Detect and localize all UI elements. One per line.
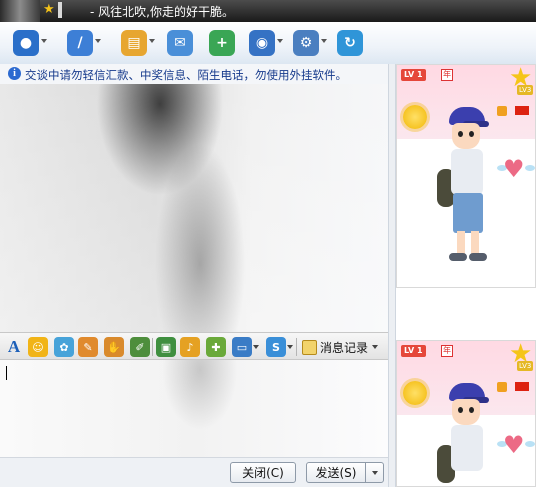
doodle-icon[interactable]: ✎ bbox=[78, 337, 98, 357]
sun-icon bbox=[403, 105, 427, 129]
contact-show-panel[interactable]: LV 1 年 ★ LV3 ♥ bbox=[396, 64, 536, 288]
year-badge: 年 bbox=[441, 69, 453, 81]
info-icon: i bbox=[8, 67, 21, 80]
create-group-button[interactable]: + bbox=[206, 28, 242, 58]
remote-assistance-button[interactable]: ◉ bbox=[246, 28, 283, 58]
gift-icon[interactable]: ✚ bbox=[206, 337, 226, 357]
bottom-bar: 关闭(C) 发送(S) bbox=[0, 457, 388, 487]
font-icon[interactable]: A bbox=[4, 337, 24, 357]
speaker-icon[interactable] bbox=[497, 106, 507, 116]
status-marker bbox=[58, 2, 62, 18]
screenshot-icon[interactable]: ▭ bbox=[232, 337, 252, 357]
chevron-down-icon bbox=[372, 345, 379, 349]
avatar-figure-shoe bbox=[449, 253, 467, 261]
avatar-figure-eye bbox=[458, 131, 463, 137]
star-level-badge: LV3 bbox=[517, 85, 534, 95]
app-settings-icon: ⚙ bbox=[293, 30, 319, 56]
chevron-down-icon[interactable] bbox=[253, 345, 259, 349]
avatar-figure-shorts bbox=[453, 193, 483, 233]
send-button[interactable]: 发送(S) bbox=[306, 462, 366, 483]
send-options-button[interactable] bbox=[365, 462, 384, 483]
chevron-down-icon[interactable] bbox=[149, 39, 155, 43]
music-icon[interactable]: ♪ bbox=[180, 337, 200, 357]
message-history-button[interactable]: 消息记录 bbox=[302, 336, 386, 358]
sun-icon bbox=[403, 381, 427, 405]
panel-divider[interactable] bbox=[388, 64, 396, 487]
avatar-figure-leg bbox=[471, 231, 479, 255]
magic-emoticon-icon[interactable]: ✿ bbox=[54, 337, 74, 357]
message-input[interactable] bbox=[0, 360, 388, 457]
self-show-panel[interactable]: LV 1 年 ★ LV3 ♥ bbox=[396, 340, 536, 487]
send-file-button[interactable]: ▤ bbox=[118, 28, 155, 58]
toolbar-separator bbox=[296, 338, 297, 356]
avatar-figure-face bbox=[452, 399, 480, 425]
message-history-label: 消息记录 bbox=[320, 340, 369, 355]
chevron-down-icon[interactable] bbox=[287, 345, 293, 349]
title-bar: ★ - 风往北吹,你走的好干脆。 bbox=[0, 0, 536, 22]
heart-icon: ♥ bbox=[503, 431, 525, 459]
window-title: - 风往北吹,你走的好干脆。 bbox=[90, 5, 234, 19]
voice-chat-button[interactable]: / bbox=[64, 28, 101, 58]
wing-icon bbox=[525, 165, 535, 171]
main-toolbar: ● / ▤ ✉ + ◉ ⚙ ↻ bbox=[0, 22, 536, 64]
image-icon[interactable]: ▣ bbox=[156, 337, 176, 357]
message-history-icon bbox=[302, 339, 317, 355]
flag-icon bbox=[515, 106, 529, 115]
avatar[interactable] bbox=[0, 0, 40, 22]
safety-notice: i 交谈中请勿轻信汇款、中奖信息、陌生电话，勿使用外挂软件。 bbox=[0, 64, 394, 84]
avatar-figure-shoe bbox=[469, 253, 487, 261]
speaker-icon[interactable] bbox=[497, 382, 507, 392]
soso-icon[interactable]: S bbox=[266, 337, 286, 357]
avatar-figure-eye bbox=[469, 131, 474, 137]
notice-text: 交谈中请勿轻信汇款、中奖信息、陌生电话，勿使用外挂软件。 bbox=[25, 68, 347, 82]
send-message-button[interactable]: ✉ bbox=[164, 28, 200, 58]
year-badge: 年 bbox=[441, 345, 453, 357]
avatar-figure-shirt bbox=[451, 149, 483, 195]
close-button[interactable]: 关闭(C) bbox=[230, 462, 296, 483]
shake-window-icon[interactable]: ✋ bbox=[104, 337, 124, 357]
avatar-figure-shirt bbox=[451, 425, 483, 471]
avatar-figure-eye bbox=[458, 407, 463, 413]
emoticon-icon[interactable]: ☺ bbox=[28, 337, 48, 357]
heart-icon: ♥ bbox=[503, 155, 525, 183]
level-badge: LV 1 bbox=[401, 69, 426, 81]
send-message-icon: ✉ bbox=[167, 30, 193, 56]
star-icon: ★ bbox=[43, 2, 55, 17]
format-toolbar: 消息记录 A ☺ ✿ ✎ ✋ ✐ ▣ ♪ ✚ ▭ S bbox=[0, 332, 388, 360]
wing-icon bbox=[525, 441, 535, 447]
chevron-down-icon[interactable] bbox=[321, 39, 327, 43]
chevron-down-icon[interactable] bbox=[41, 39, 47, 43]
star-level-badge: LV3 bbox=[517, 361, 534, 371]
avatar-figure-face bbox=[452, 123, 480, 149]
text-caret bbox=[6, 366, 7, 380]
app-settings-button[interactable]: ⚙ bbox=[290, 28, 327, 58]
video-chat-button[interactable]: ● bbox=[10, 28, 47, 58]
create-group-icon: + bbox=[209, 30, 235, 56]
edit-icon[interactable]: ✐ bbox=[130, 337, 150, 357]
toolbar-separator bbox=[152, 338, 153, 356]
avatar-figure-leg bbox=[457, 231, 465, 255]
send-file-icon: ▤ bbox=[121, 30, 147, 56]
flag-icon bbox=[515, 382, 529, 391]
transfer-icon: ↻ bbox=[337, 30, 363, 56]
remote-assistance-icon: ◉ bbox=[249, 30, 275, 56]
chevron-down-icon[interactable] bbox=[277, 39, 283, 43]
video-chat-icon: ● bbox=[13, 30, 39, 56]
chat-history[interactable] bbox=[0, 84, 388, 332]
avatar-figure-eye bbox=[469, 407, 474, 413]
chevron-down-icon[interactable] bbox=[95, 39, 101, 43]
voice-chat-icon: / bbox=[67, 30, 93, 56]
chevron-down-icon bbox=[371, 470, 378, 475]
transfer-button[interactable]: ↻ bbox=[334, 28, 370, 58]
level-badge: LV 1 bbox=[401, 345, 426, 357]
